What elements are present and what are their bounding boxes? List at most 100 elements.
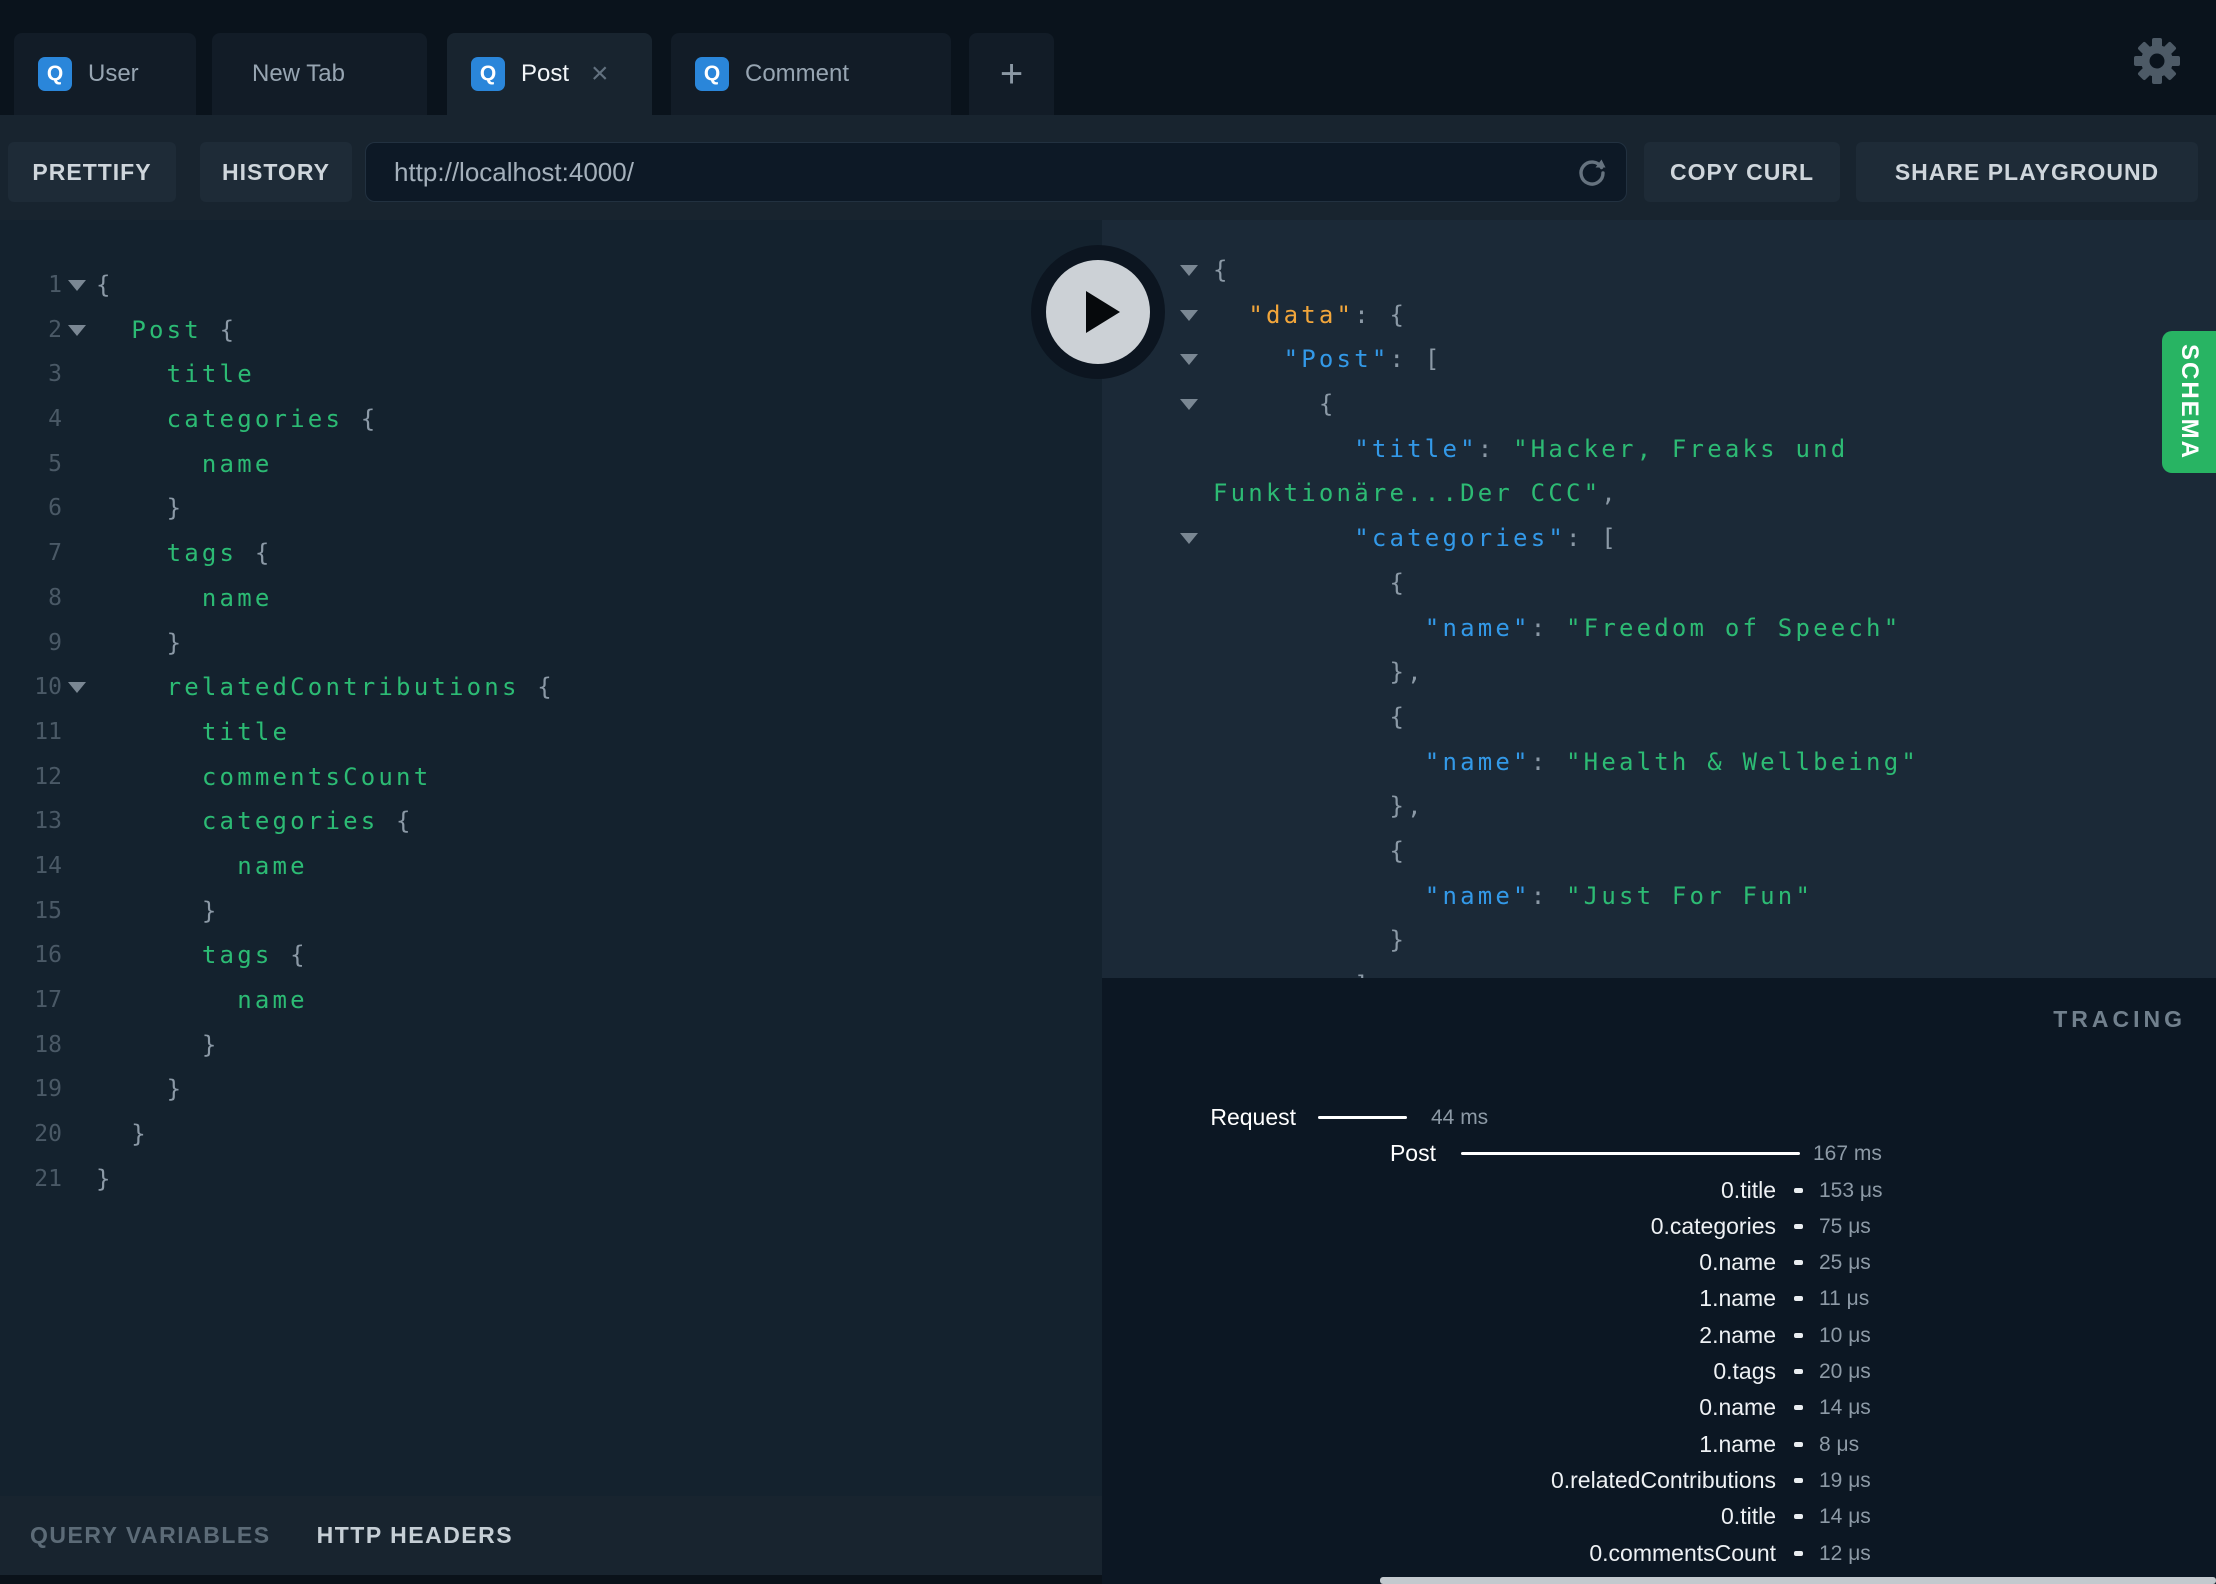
query-line[interactable]: 4 categories {: [0, 397, 1102, 442]
gear-icon[interactable]: [2132, 36, 2182, 86]
query-line[interactable]: 14 name: [0, 844, 1102, 889]
fold-arrow-icon[interactable]: [68, 280, 86, 291]
code-text: },: [1213, 658, 1425, 687]
tab-label: User: [88, 60, 139, 87]
line-number: 7: [48, 540, 62, 567]
fold-arrow-icon[interactable]: [1180, 354, 1198, 366]
query-line[interactable]: 16 tags {: [0, 933, 1102, 978]
share-playground-button[interactable]: SHARE PLAYGROUND: [1856, 142, 2198, 202]
close-tab-icon[interactable]: ×: [591, 59, 609, 89]
code-text: {: [1213, 256, 1231, 284]
play-icon: [1046, 260, 1150, 364]
response-line: "data": {: [1102, 293, 2216, 338]
query-variables-tab[interactable]: QUERY VARIABLES: [30, 1522, 271, 1549]
bottom-strip: [0, 1575, 1102, 1584]
tracing-duration-bar: [1794, 1441, 1803, 1447]
line-number: 17: [34, 987, 62, 1013]
tracing-field-name: 0.commentsCount: [1589, 1539, 1776, 1566]
tracing-field-name: Request: [1210, 1104, 1296, 1130]
fold-arrow-icon[interactable]: [1180, 265, 1198, 276]
fold-arrow-icon[interactable]: [68, 682, 86, 694]
reload-icon[interactable]: [1574, 155, 1610, 191]
response-line: {: [1102, 695, 2216, 740]
query-line[interactable]: 5 name: [0, 442, 1102, 487]
tracing-duration: 20 μs: [1819, 1360, 1871, 1384]
query-line[interactable]: 7 tags {: [0, 531, 1102, 576]
tracing-duration: 19 μs: [1819, 1468, 1871, 1492]
line-number: 1: [48, 272, 62, 298]
line-number: 18: [34, 1031, 62, 1058]
query-line[interactable]: 1{: [0, 263, 1102, 308]
tab-label: Post: [521, 60, 570, 87]
code-text: title: [201, 717, 291, 746]
endpoint-url-input[interactable]: http://localhost:4000/: [365, 142, 1627, 202]
execute-button[interactable]: [1031, 245, 1165, 379]
code-text: },: [1213, 792, 1425, 821]
tracing-duration: 167 ms: [1813, 1142, 1882, 1166]
tracing-field-name: 2.name: [1699, 1321, 1776, 1348]
tab-post[interactable]: Q Post ×: [447, 33, 652, 115]
query-line[interactable]: 11 title: [0, 710, 1102, 755]
query-line[interactable]: 21}: [0, 1157, 1102, 1202]
horizontal-scrollbar[interactable]: [1380, 1577, 2216, 1584]
http-headers-tab[interactable]: HTTP HEADERS: [317, 1522, 514, 1549]
tracing-row: 0.title 14 μs: [1102, 1499, 2216, 1535]
query-line[interactable]: 20 }: [0, 1112, 1102, 1157]
query-line[interactable]: 9 }: [0, 621, 1102, 666]
fold-arrow-icon[interactable]: [1180, 399, 1198, 411]
response-line: },: [1102, 784, 2216, 829]
code-text: {: [96, 271, 114, 299]
tracing-row: 0.relatedContributions 19 μs: [1102, 1463, 2216, 1499]
copy-curl-button[interactable]: COPY CURL: [1644, 142, 1840, 202]
toolbar: PRETTIFY HISTORY http://localhost:4000/ …: [0, 115, 2216, 220]
tab-new-tab[interactable]: New Tab: [212, 33, 427, 115]
code-text: }: [96, 1164, 114, 1193]
history-button[interactable]: HISTORY: [200, 142, 352, 202]
query-line[interactable]: 8 name: [0, 576, 1102, 621]
tracing-duration: 25 μs: [1819, 1251, 1871, 1275]
query-line[interactable]: 2 Post {: [0, 308, 1102, 353]
code-text: }: [96, 896, 220, 925]
tracing-row: 0.name 14 μs: [1102, 1390, 2216, 1426]
response-line: }: [1102, 918, 2216, 963]
query-line[interactable]: 10 relatedContributions {: [0, 665, 1102, 710]
tracing-row: 0.tags 20 μs: [1102, 1354, 2216, 1390]
response-line: "name": "Health & Wellbeing": [1102, 740, 2216, 785]
prettify-button[interactable]: PRETTIFY: [8, 142, 176, 202]
query-line[interactable]: 6 }: [0, 486, 1102, 531]
tracing-duration: 11 μs: [1819, 1287, 1870, 1311]
query-line[interactable]: 18 }: [0, 1023, 1102, 1068]
add-tab-button[interactable]: +: [969, 33, 1054, 115]
tracing-duration: 12 μs: [1819, 1541, 1871, 1565]
tracing-row: 1.name 8 μs: [1102, 1427, 2216, 1463]
tab-comment[interactable]: Q Comment: [671, 33, 951, 115]
line-number: 5: [48, 450, 62, 477]
code-text: }: [96, 1120, 149, 1149]
query-line[interactable]: 15 }: [0, 889, 1102, 934]
schema-side-tab[interactable]: SCHEMA: [2162, 331, 2216, 473]
fold-arrow-icon[interactable]: [1180, 533, 1198, 545]
query-line[interactable]: 13 categories {: [0, 799, 1102, 844]
tracing-duration-bar: [1794, 1296, 1803, 1302]
tracing-duration-bar: [1794, 1405, 1803, 1411]
query-line[interactable]: 12 commentsCount: [0, 755, 1102, 800]
tracing-field-name: 0.tags: [1713, 1358, 1776, 1385]
tracing-field-name: Post: [1389, 1140, 1436, 1167]
tracing-field-name: 1.name: [1699, 1285, 1776, 1312]
fold-arrow-icon[interactable]: [1180, 309, 1198, 321]
line-number: 15: [34, 897, 62, 924]
tracing-duration: 153 μs: [1819, 1178, 1883, 1202]
query-line[interactable]: 17 name: [0, 978, 1102, 1023]
query-editor[interactable]: 1{2 Post {3 title 4 categories {5 name 6 }…: [0, 220, 1102, 1496]
tracing-row: 0.title 153 μs: [1102, 1173, 2216, 1209]
tracing-field-name: 0.title: [1721, 1503, 1776, 1530]
query-line[interactable]: 19 }: [0, 1067, 1102, 1112]
tracing-duration: 14 μs: [1819, 1396, 1871, 1420]
tab-user[interactable]: Q User: [14, 33, 196, 115]
query-line[interactable]: 3 title: [0, 352, 1102, 397]
tracing-duration-bar: [1461, 1152, 1800, 1156]
tracing-row: 0.commentsCount 12 μs: [1102, 1536, 2216, 1572]
fold-arrow-icon[interactable]: [68, 324, 86, 336]
code-text: categories {: [201, 807, 414, 836]
tracing-duration: 10 μs: [1819, 1323, 1871, 1347]
